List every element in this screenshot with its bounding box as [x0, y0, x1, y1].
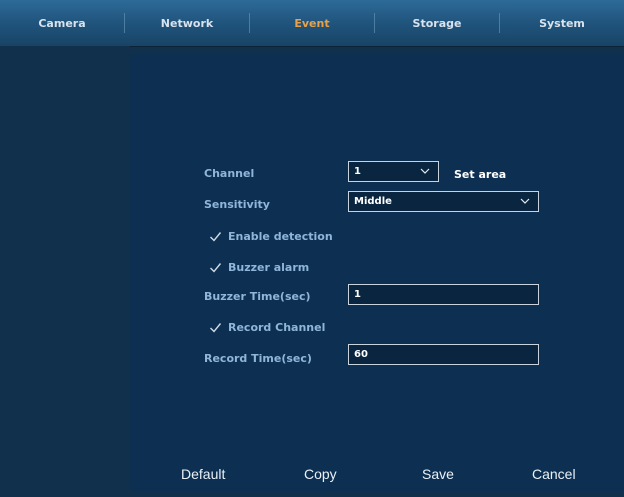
channel-label: Channel [204, 167, 255, 180]
tab-event[interactable]: Event [250, 0, 374, 46]
save-button[interactable]: Save [422, 466, 454, 482]
channel-select[interactable]: 1 [348, 161, 439, 182]
set-area-link[interactable]: Set area [454, 168, 506, 181]
tab-camera[interactable]: Camera [0, 0, 124, 46]
buzzer-alarm-label: Buzzer alarm [228, 261, 310, 274]
sensitivity-select[interactable]: Middle [348, 191, 539, 212]
checkmark-icon [209, 261, 222, 274]
buzzer-time-label: Buzzer Time(sec) [204, 290, 311, 303]
chevron-down-icon [420, 166, 430, 176]
enable-detection-checkbox[interactable]: Enable detection [209, 230, 333, 243]
chevron-down-icon [520, 196, 530, 206]
event-settings-panel [130, 54, 624, 491]
tab-network[interactable]: Network [125, 0, 249, 46]
top-tab-bar: Camera Network Event Storage System [0, 0, 624, 47]
enable-detection-label: Enable detection [228, 230, 333, 243]
channel-select-value: 1 [354, 166, 361, 177]
record-channel-checkbox[interactable]: Record Channel [209, 321, 325, 334]
left-side-strip [0, 46, 130, 497]
default-button[interactable]: Default [181, 466, 225, 482]
buzzer-alarm-checkbox[interactable]: Buzzer alarm [209, 261, 309, 274]
checkmark-icon [209, 321, 222, 334]
event-settings-window: Camera Network Event Storage System Chan… [0, 0, 624, 497]
copy-button[interactable]: Copy [304, 466, 337, 482]
checkmark-icon [209, 230, 222, 243]
record-channel-label: Record Channel [228, 321, 326, 334]
record-time-label: Record Time(sec) [204, 352, 312, 365]
sensitivity-label: Sensitivity [204, 198, 270, 211]
tab-system[interactable]: System [500, 0, 624, 46]
buzzer-time-input[interactable]: 1 [348, 284, 539, 305]
tab-storage[interactable]: Storage [375, 0, 499, 46]
cancel-button[interactable]: Cancel [532, 466, 576, 482]
sensitivity-select-value: Middle [354, 196, 392, 207]
record-time-input[interactable]: 60 [348, 344, 539, 365]
